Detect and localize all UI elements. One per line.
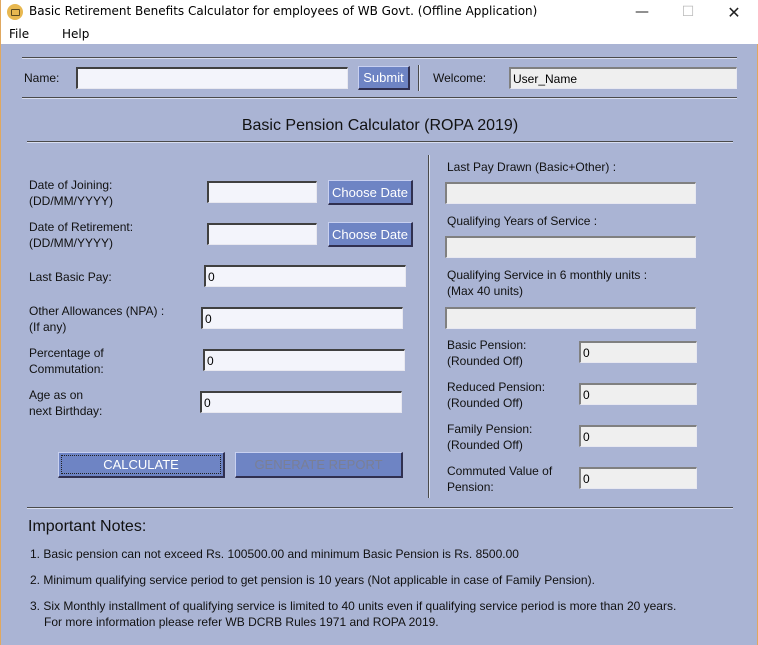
date-of-retirement-input[interactable] <box>207 223 317 245</box>
commutation-label: Percentage of <box>29 346 104 360</box>
note-item-1: 1. Basic pension can not exceed Rs. 1005… <box>30 547 519 561</box>
npa-label: Other Allowances (NPA) : <box>29 304 165 318</box>
commuted-value-label-2: Pension: <box>447 480 494 494</box>
close-button[interactable]: ✕ <box>711 0 757 24</box>
divider-login-vertical <box>418 65 420 91</box>
six-monthly-units-field <box>445 307 696 329</box>
section-title: Basic Pension Calculator (ROPA 2019) <box>241 117 519 134</box>
npa-note-label: (If any) <box>29 320 67 334</box>
family-pension-rounded-label: (Rounded Off) <box>447 438 523 452</box>
qualifying-years-label: Qualifying Years of Service : <box>447 214 598 228</box>
basic-pension-field <box>579 341 697 363</box>
notes-title: Important Notes: <box>28 518 147 535</box>
dor-format-label: (DD/MM/YYYY) <box>29 236 113 250</box>
divider-columns <box>428 155 430 498</box>
choose-retirement-date-button[interactable]: Choose Date <box>328 222 413 247</box>
divider-notes <box>27 507 733 509</box>
last-basic-pay-label: Last Basic Pay: <box>29 270 112 284</box>
qualifying-years-field <box>445 236 696 258</box>
minimize-button[interactable]: — <box>619 0 665 24</box>
commutation-percentage-input[interactable] <box>203 349 405 371</box>
maximize-button[interactable]: ☐ <box>665 0 711 24</box>
last-basic-pay-input[interactable] <box>204 265 406 287</box>
six-monthly-units-label: Qualifying Service in 6 monthly units : <box>447 268 648 282</box>
window-title: Basic Retirement Benefits Calculator for… <box>29 4 538 18</box>
submit-button[interactable]: Submit <box>358 66 410 90</box>
commuted-value-label: Commuted Value of <box>447 464 553 478</box>
menu-file[interactable]: File <box>9 27 29 41</box>
age-next-birthday-input[interactable] <box>200 391 402 413</box>
max-units-label: (Max 40 units) <box>447 284 524 298</box>
family-pension-field <box>579 425 697 447</box>
last-pay-drawn-label: Last Pay Drawn (Basic+Other) : <box>447 160 617 174</box>
date-of-joining-input[interactable] <box>207 181 317 203</box>
welcome-label: Welcome: <box>433 71 487 85</box>
menu-bar: File Help <box>1 24 758 44</box>
basic-pension-label: Basic Pension: <box>447 338 527 352</box>
welcome-user-field <box>509 67 737 89</box>
title-bar: Basic Retirement Benefits Calculator for… <box>1 0 758 24</box>
note-item-3: 3. Six Monthly installment of qualifying… <box>30 599 677 613</box>
app-icon <box>7 4 23 20</box>
family-pension-label: Family Pension: <box>447 422 533 436</box>
age-label-2: next Birthday: <box>29 404 103 418</box>
other-allowances-input[interactable] <box>201 307 403 329</box>
note-item-3-continued: For more information please refer WB DCR… <box>44 615 439 629</box>
dor-label: Date of Retirement: <box>29 220 134 234</box>
divider-login <box>22 97 737 99</box>
doj-label: Date of Joining: <box>29 178 113 192</box>
divider-top <box>22 57 737 59</box>
commutation-label-2: Commutation: <box>29 362 104 376</box>
reduced-pension-label: Reduced Pension: <box>447 380 546 394</box>
age-label: Age as on <box>29 388 84 402</box>
name-label: Name: <box>24 71 60 85</box>
basic-pension-rounded-label: (Rounded Off) <box>447 354 523 368</box>
menu-help[interactable]: Help <box>62 27 89 41</box>
doj-format-label: (DD/MM/YYYY) <box>29 194 113 208</box>
reduced-pension-field <box>579 383 697 405</box>
generate-report-button[interactable]: GENERATE REPORT <box>235 452 403 478</box>
app-window: Basic Retirement Benefits Calculator for… <box>0 0 758 645</box>
commuted-value-field <box>579 467 697 489</box>
divider-section <box>27 141 733 143</box>
choose-joining-date-button[interactable]: Choose Date <box>328 180 413 205</box>
calculate-button[interactable]: CALCULATE <box>58 452 225 478</box>
last-pay-drawn-field <box>445 182 696 204</box>
name-input[interactable] <box>76 67 348 89</box>
note-item-2: 2. Minimum qualifying service period to … <box>30 573 595 587</box>
reduced-pension-rounded-label: (Rounded Off) <box>447 396 523 410</box>
